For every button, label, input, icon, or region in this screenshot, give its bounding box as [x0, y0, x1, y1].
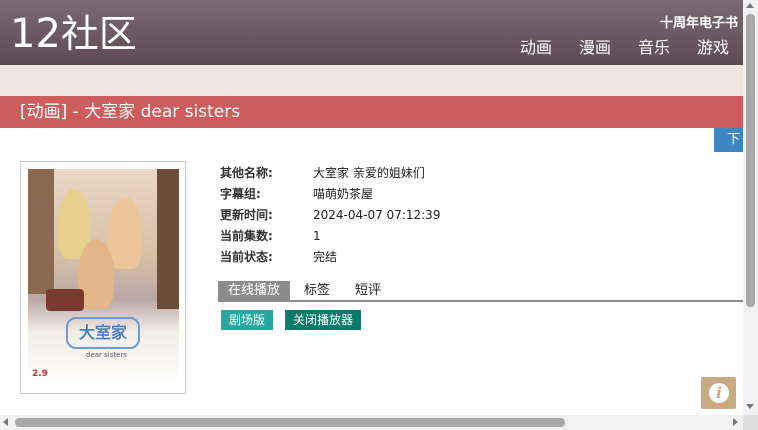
poster-logo: 大室家 — [66, 317, 140, 349]
info-value: 喵萌奶茶屋 — [313, 187, 374, 201]
poster-door-left — [28, 169, 54, 294]
logo-text: 社区 — [60, 12, 137, 56]
tab-online-play[interactable]: 在线播放 — [218, 281, 291, 300]
poster-door-right — [157, 169, 179, 309]
nav-music[interactable]: 音乐 — [638, 37, 670, 59]
vertical-scroll-thumb[interactable] — [746, 14, 755, 307]
site-header: 12社区 十周年电子书 动画 漫画 音乐 游戏 — [0, 0, 743, 65]
info-value: 2024-04-07 07:12:39 — [313, 208, 441, 222]
tab-tags[interactable]: 标签 — [304, 281, 330, 300]
nav-games[interactable]: 游戏 — [697, 37, 729, 59]
scroll-left-icon[interactable] — [3, 418, 8, 426]
info-row-episodes: 当前集数: 1 — [220, 226, 440, 247]
poster-image: 大室家 dear sisters 2.9 — [20, 161, 186, 394]
info-label: 当前集数: — [220, 229, 273, 243]
info-button[interactable]: i — [701, 377, 736, 409]
info-row-subgroup: 字幕组: 喵萌奶茶屋 — [220, 184, 440, 205]
info-value: 1 — [313, 229, 321, 243]
info-icon: i — [709, 383, 729, 403]
logo-number: 12 — [10, 11, 61, 57]
poster-artwork: 大室家 dear sisters 2.9 — [28, 169, 179, 386]
info-panel: 其他名称: 大室家 亲爱的姐妹们 字幕组: 喵萌奶茶屋 更新时间: 2024-04-0… — [220, 163, 440, 268]
tab-reviews[interactable]: 短评 — [355, 281, 381, 300]
info-label: 当前状态: — [220, 250, 273, 264]
scroll-right-icon[interactable] — [733, 418, 738, 426]
nav-anime[interactable]: 动画 — [520, 37, 552, 59]
poster-bag — [46, 289, 84, 311]
info-row-updated: 更新时间: 2024-04-07 07:12:39 — [220, 205, 440, 226]
page-title: [动画] - 大室家 dear sisters — [0, 96, 743, 128]
info-label: 其他名称: — [220, 166, 273, 180]
ebook-link[interactable]: 十周年电子书 — [660, 12, 738, 31]
scrollbar-corner — [743, 415, 758, 430]
info-value: 大室家 亲爱的姐妹们 — [313, 166, 425, 180]
info-label: 字幕组: — [220, 187, 261, 201]
tab-bar: 在线播放 标签 短评 — [218, 281, 743, 302]
close-player-button[interactable]: 关闭播放器 — [285, 310, 362, 330]
poster-character-2 — [108, 197, 142, 269]
vertical-scrollbar[interactable] — [743, 0, 758, 415]
scroll-down-icon[interactable] — [746, 404, 754, 409]
poster-date: 2.9 — [32, 369, 48, 379]
header-strip — [0, 65, 743, 96]
poster-subtitle: dear sisters — [86, 351, 127, 359]
scroll-up-icon[interactable] — [746, 3, 754, 8]
main-nav: 动画 漫画 音乐 游戏 — [520, 37, 729, 59]
info-value: 完结 — [313, 250, 338, 264]
info-row-alt-name: 其他名称: 大室家 亲爱的姐妹们 — [220, 163, 440, 184]
info-label: 更新时间: — [220, 208, 273, 222]
horizontal-scroll-thumb[interactable] — [15, 418, 565, 427]
info-row-status: 当前状态: 完结 — [220, 247, 440, 268]
nav-manga[interactable]: 漫画 — [579, 37, 611, 59]
site-logo[interactable]: 12社区 — [10, 12, 137, 56]
download-button[interactable]: 下 — [714, 128, 743, 152]
theater-button[interactable]: 剧场版 — [221, 310, 274, 330]
horizontal-scrollbar[interactable] — [0, 415, 743, 430]
